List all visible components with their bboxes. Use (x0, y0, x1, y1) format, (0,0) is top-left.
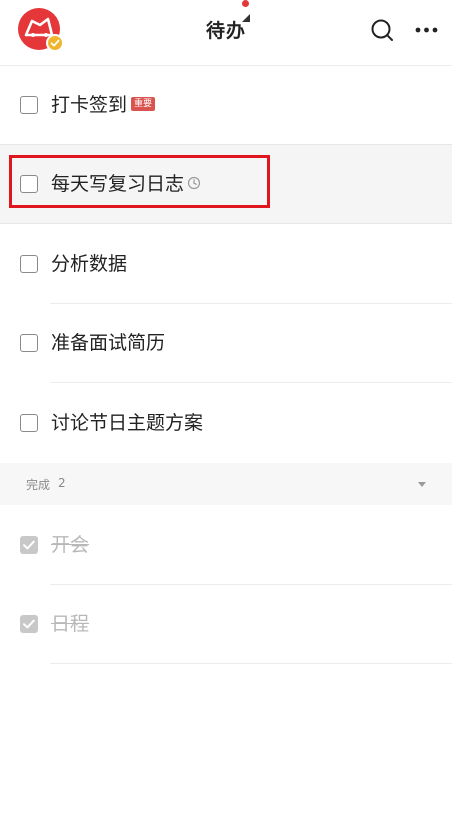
task-checkbox[interactable] (20, 414, 38, 432)
task-label: 分析数据 (51, 253, 128, 275)
task-label-text: 打卡签到 (51, 94, 128, 116)
done-checkbox[interactable] (20, 536, 38, 554)
task-item-analyze-data[interactable]: 分析数据 (0, 225, 452, 304)
task-item-festival-plan[interactable]: 讨论节日主题方案 (0, 384, 452, 463)
notification-dot (242, 0, 249, 7)
switch-list-indicator-icon[interactable] (242, 14, 250, 22)
task-item-resume[interactable]: 准备面试简历 (0, 304, 452, 383)
completed-label: 完成 (26, 478, 51, 492)
completed-section-toggle[interactable]: 完成 2 (0, 463, 452, 505)
section-divider (0, 223, 452, 224)
important-tag: 重要 (131, 96, 156, 111)
task-item-checkin[interactable]: 打卡签到 重要 (0, 66, 452, 145)
done-checkbox[interactable] (20, 615, 38, 633)
done-item-meeting[interactable]: 开会 (0, 506, 452, 585)
highlight-frame (9, 155, 270, 208)
task-label: 讨论节日主题方案 (51, 412, 204, 434)
completed-count: 2 (58, 476, 66, 490)
page-title: 待办 (205, 20, 246, 42)
task-checkbox[interactable] (20, 334, 38, 352)
todo-app: 待办 打卡签到 重要 每天写复习日志 分析数据 准备面试简历 讨论节日主题方案 … (0, 0, 452, 819)
task-label: 打卡签到 重要 (51, 92, 156, 118)
done-label: 开会 (51, 534, 90, 556)
caret-down-icon (418, 482, 426, 487)
checkmark-icon (23, 619, 35, 629)
row-divider (50, 382, 452, 383)
task-checkbox[interactable] (20, 96, 38, 114)
task-checkbox[interactable] (20, 255, 38, 273)
more-button[interactable] (412, 16, 442, 46)
done-item-schedule[interactable]: 日程 (0, 585, 452, 664)
checkmark-icon (23, 540, 35, 550)
done-label: 日程 (51, 613, 90, 635)
top-bar: 待办 (0, 0, 452, 66)
search-icon (371, 19, 393, 41)
more-dots-icon (415, 27, 438, 33)
task-label: 准备面试简历 (51, 332, 166, 354)
search-button[interactable] (368, 16, 398, 46)
row-divider (50, 663, 452, 664)
